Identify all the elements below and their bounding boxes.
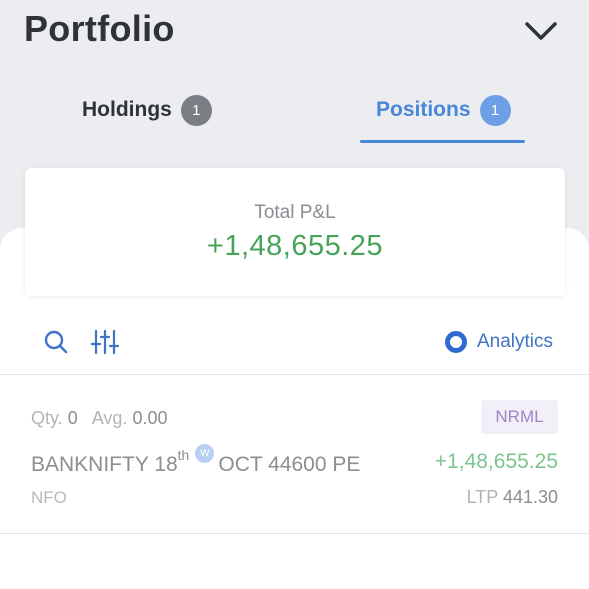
avg-value: 0.00 (132, 408, 168, 428)
symbol-suffix: OCT 44600 PE (218, 453, 361, 476)
symbol-ordinal: th (177, 447, 190, 463)
divider (0, 533, 589, 534)
instrument-symbol: BANKNIFTY 18th W OCT 44600 PE (31, 444, 361, 477)
ltp-line: LTP 441.30 (467, 487, 558, 508)
product-type-badge: NRML (481, 400, 558, 434)
position-row[interactable]: Qty. 0 Avg. 0.00 NRML BANKNIFTY 18th W OCT… (0, 376, 589, 532)
page-title: Portfolio (24, 8, 175, 49)
ltp-value: 441.30 (502, 487, 558, 507)
position-pnl: +1,48,655.25 (434, 450, 558, 473)
qty-value: 0 (67, 408, 78, 428)
chevron-down-icon[interactable] (521, 14, 561, 48)
analytics-ring-icon (445, 331, 467, 353)
qty-label: Qty. (31, 408, 63, 428)
avg-label: Avg. (91, 408, 128, 428)
total-pnl-label: Total P&L (254, 202, 336, 223)
tab-positions[interactable]: Positions 1 (376, 88, 511, 132)
ltp-label: LTP (466, 487, 498, 507)
holdings-count-badge: 1 (180, 94, 212, 126)
exchange-label: NFO (31, 488, 67, 507)
symbol-prefix: BANKNIFTY 18 (31, 453, 178, 476)
analytics-button[interactable]: Analytics (445, 329, 553, 355)
tab-positions-label: Positions (376, 98, 471, 121)
total-pnl-value: +1,48,655.25 (206, 230, 384, 262)
total-pnl-card: Total P&L +1,48,655.25 (25, 168, 565, 296)
tab-holdings-label: Holdings (82, 98, 172, 121)
analytics-label: Analytics (477, 331, 554, 352)
tab-holdings[interactable]: Holdings 1 (82, 88, 212, 132)
positions-count-badge: 1 (479, 94, 511, 126)
divider (0, 374, 589, 375)
qty-avg-line: Qty. 0 Avg. 0.00 (31, 408, 167, 429)
filter-sliders-icon[interactable] (91, 329, 119, 355)
search-icon[interactable] (43, 329, 69, 355)
active-tab-indicator (360, 140, 525, 143)
weekly-expiry-badge: W (195, 444, 215, 463)
